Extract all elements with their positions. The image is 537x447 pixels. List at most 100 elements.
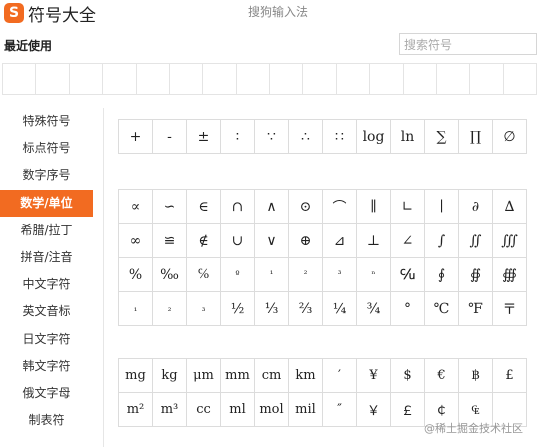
symbol-cell[interactable]: ″ [323,393,357,427]
recent-symbol-slot[interactable] [504,64,536,94]
symbol-cell[interactable]: 〒 [493,292,527,326]
symbol-cell[interactable]: £ [493,359,527,393]
symbol-cell[interactable]: ∭ [493,224,527,258]
symbol-cell[interactable]: kg [153,359,187,393]
symbol-cell[interactable]: ∈ [187,190,221,224]
recent-symbol-slot[interactable] [337,64,371,94]
symbol-cell[interactable]: ₃ [187,292,221,326]
recent-symbol-slot[interactable] [137,64,170,94]
sidebar-category-item[interactable]: 特殊符号 [0,108,93,135]
symbol-cell[interactable]: mg [119,359,153,393]
symbol-cell[interactable]: log [357,120,391,154]
symbol-cell[interactable]: ¼ [323,292,357,326]
symbol-cell[interactable]: ∰ [493,258,527,292]
recent-symbol-slot[interactable] [270,64,304,94]
symbol-cell[interactable]: ∵ [255,120,289,154]
symbol-cell[interactable]: ∬ [459,224,493,258]
symbol-cell[interactable]: ½ [221,292,255,326]
search-box[interactable] [399,33,537,55]
symbol-cell[interactable]: + [119,120,153,154]
symbol-cell[interactable]: ∷ [323,120,357,154]
symbol-cell[interactable]: ∫ [425,224,459,258]
recent-symbol-slot[interactable] [237,64,270,94]
symbol-cell[interactable]: m² [119,393,153,427]
symbol-cell[interactable]: ‰ [153,258,187,292]
sidebar-category-item[interactable]: 数学/单位 [0,189,93,217]
symbol-cell[interactable]: º [221,258,255,292]
symbol-cell[interactable]: mm [221,359,255,393]
recent-symbol-slot[interactable] [303,64,337,94]
symbol-cell[interactable]: ∨ [255,224,289,258]
symbol-cell[interactable]: ⌒ [323,190,357,224]
recent-symbol-slot[interactable] [370,64,404,94]
symbol-cell[interactable]: ′ [323,359,357,393]
symbol-cell[interactable]: ⊥ [357,224,391,258]
symbol-cell[interactable]: ± [187,120,221,154]
recent-symbol-slot[interactable] [470,64,504,94]
recent-symbol-slot[interactable] [103,64,137,94]
symbol-cell[interactable]: ∣ [425,190,459,224]
symbol-cell[interactable]: ∧ [255,190,289,224]
symbol-cell[interactable]: ∏ [459,120,493,154]
symbol-cell[interactable]: ∩ [221,190,255,224]
symbol-cell[interactable]: ∽ [153,190,187,224]
symbol-cell[interactable]: ⅓ [255,292,289,326]
symbol-cell[interactable]: ∶ [221,120,255,154]
recent-symbol-slot[interactable] [404,64,437,94]
symbol-cell[interactable]: % [119,258,153,292]
recent-symbol-slot[interactable] [36,64,70,94]
symbol-cell[interactable]: ￥ [357,393,391,427]
symbol-cell[interactable]: € [425,359,459,393]
symbol-cell[interactable]: ≌ [153,224,187,258]
symbol-cell[interactable]: ∪ [221,224,255,258]
sidebar-category-item[interactable]: 英文音标 [0,298,93,325]
symbol-cell[interactable]: ∑ [425,120,459,154]
symbol-cell[interactable]: ∠ [391,224,425,258]
recent-symbol-slot[interactable] [3,64,37,94]
sidebar-category-item[interactable]: 中文字符 [0,271,93,298]
symbol-cell[interactable]: ¹ [255,258,289,292]
symbol-cell[interactable]: - [153,120,187,154]
symbol-cell[interactable]: mol [255,393,289,427]
sidebar-category-item[interactable]: 希腊/拉丁 [0,217,93,244]
sidebar-category-item[interactable]: 拼音/注音 [0,244,93,271]
symbol-cell[interactable]: ml [221,393,255,427]
symbol-cell[interactable]: ln [391,120,425,154]
symbol-cell[interactable]: m³ [153,393,187,427]
symbol-cell[interactable]: ℃ [425,292,459,326]
symbol-cell[interactable]: mil [289,393,323,427]
symbol-cell[interactable]: ⁿ [357,258,391,292]
symbol-cell[interactable]: ∞ [119,224,153,258]
symbol-cell[interactable]: ∥ [357,190,391,224]
recent-symbol-slot[interactable] [70,64,104,94]
symbol-cell[interactable]: ∉ [187,224,221,258]
symbol-cell[interactable]: km [289,359,323,393]
symbol-cell[interactable]: ∯ [459,258,493,292]
symbol-cell[interactable]: ∂ [459,190,493,224]
symbol-cell[interactable]: ⊕ [289,224,323,258]
search-input[interactable] [400,35,536,55]
sidebar-category-item[interactable]: 韩文字符 [0,353,93,380]
symbol-cell[interactable]: ℅ [187,258,221,292]
symbol-cell[interactable]: ℉ [459,292,493,326]
symbol-cell[interactable]: ฿ [459,359,493,393]
sidebar-category-item[interactable]: 制表符 [0,407,93,434]
symbol-cell[interactable]: ∮ [425,258,459,292]
symbol-cell[interactable]: ⊙ [289,190,323,224]
symbol-cell[interactable]: ∴ [289,120,323,154]
symbol-cell[interactable]: ² [289,258,323,292]
symbol-cell[interactable]: ⅔ [289,292,323,326]
sidebar-category-item[interactable]: 日文字符 [0,326,93,353]
symbol-cell[interactable]: $ [391,359,425,393]
symbol-cell[interactable]: ° [391,292,425,326]
recent-symbol-slot[interactable] [437,64,471,94]
sidebar-category-item[interactable]: 数字序号 [0,162,93,189]
symbol-cell[interactable]: ³ [323,258,357,292]
sidebar-category-item[interactable]: 俄文字母 [0,380,93,407]
symbol-cell[interactable]: ₂ [153,292,187,326]
symbol-cell[interactable]: ∝ [119,190,153,224]
symbol-cell[interactable]: ∅ [493,120,527,154]
symbol-cell[interactable]: ￡ [391,393,425,427]
symbol-cell[interactable]: μm [187,359,221,393]
symbol-cell[interactable]: ∆ [493,190,527,224]
